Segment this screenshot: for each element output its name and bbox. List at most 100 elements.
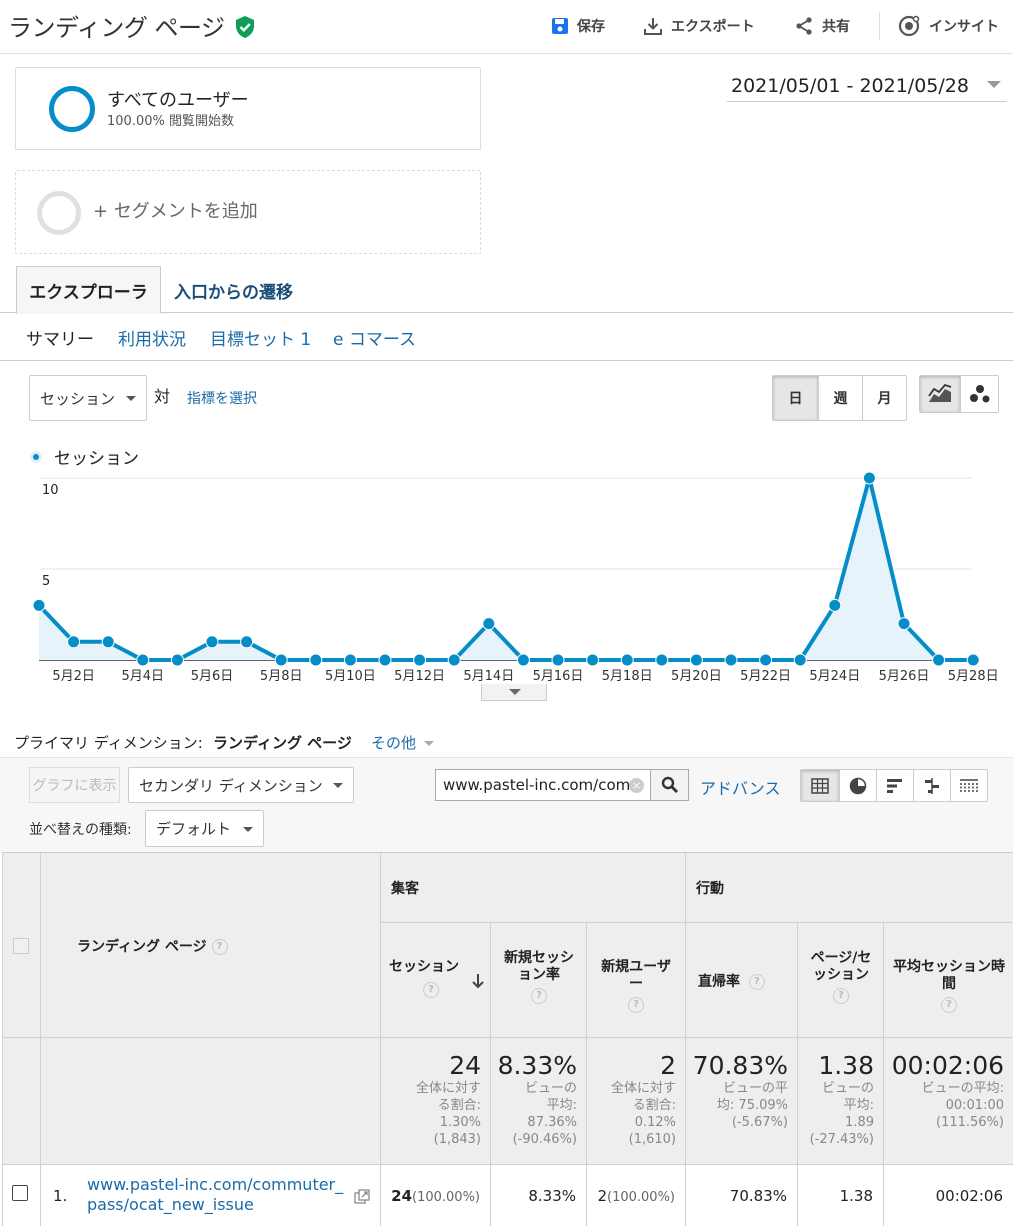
plot-rows-button[interactable]: グラフに表示	[29, 767, 120, 803]
landing-page-link[interactable]: www.pastel-inc.com/commuter_pass/ocat_ne…	[87, 1175, 353, 1215]
chevron-down-icon	[243, 826, 253, 832]
totals-subtext: (-27.43%)	[809, 1132, 874, 1147]
other-dimensions-link[interactable]: その他	[371, 732, 434, 753]
comparison-view-button[interactable]	[913, 770, 950, 801]
subtab-ecommerce[interactable]: e コマース	[333, 325, 416, 350]
y-tick-label: 5	[42, 574, 50, 589]
table-search-input[interactable]: www.pastel-inc.com/com ×	[435, 769, 651, 801]
interval-day-button[interactable]: 日	[773, 376, 818, 420]
chevron-down-icon	[126, 396, 136, 401]
totals-subtext: 均: 75.09%	[716, 1098, 788, 1113]
data-point	[274, 653, 288, 667]
totals-subtext: (-5.67%)	[731, 1115, 788, 1130]
motion-chart-button[interactable]	[960, 376, 998, 412]
pages-per-session-column-header[interactable]: ページ/セッション ?	[798, 923, 884, 1038]
help-icon[interactable]: ?	[423, 982, 439, 998]
add-segment-button[interactable]: + セグメントを追加	[15, 170, 481, 254]
dimension-header[interactable]: ランディング ページ ?	[41, 853, 381, 1038]
x-tick-label: 5月8日	[260, 669, 303, 684]
totals-subtext: 00:01:00	[945, 1098, 1004, 1113]
versus-label: 対	[154, 387, 171, 406]
metric-select[interactable]: セッション	[29, 375, 147, 421]
secondary-dimension-select[interactable]: セカンダリ ディメンション	[128, 767, 354, 803]
interval-month-button[interactable]: 月	[862, 376, 906, 420]
chart-type-toggle	[919, 375, 999, 413]
advanced-filter-link[interactable]: アドバンス	[700, 775, 780, 799]
add-segment-label: + セグメントを追加	[93, 201, 258, 222]
open-external-icon[interactable]	[354, 1189, 370, 1205]
data-point	[724, 653, 738, 667]
interval-week-button[interactable]: 週	[818, 376, 862, 420]
help-icon[interactable]: ?	[628, 997, 644, 1013]
totals-value: 24	[449, 1051, 481, 1080]
primary-dimension-label: プライマリ ディメンション:	[14, 734, 203, 752]
row-avg-duration-cell: 00:02:06	[884, 1165, 1013, 1226]
row-checkbox[interactable]	[12, 1185, 28, 1201]
totals-subtext: る割合:	[437, 1098, 481, 1113]
tab-entrance-paths[interactable]: 入口からの遷移	[174, 278, 293, 303]
help-icon[interactable]: ?	[211, 939, 228, 955]
acquisition-group-header: 集客	[381, 853, 686, 923]
bounce-rate-column-header[interactable]: 直帰率 ?	[686, 923, 798, 1038]
help-icon[interactable]: ?	[833, 988, 849, 1004]
sessions-column-header[interactable]: セッション ?	[381, 923, 491, 1038]
grid-icon	[811, 777, 829, 794]
select-all-checkbox[interactable]	[13, 938, 29, 954]
data-point	[32, 598, 46, 612]
new-session-rate-column-header[interactable]: 新規セッション率 ?	[491, 923, 587, 1038]
x-tick-label: 5月12日	[394, 669, 445, 684]
totals-subtext: (-90.46%)	[512, 1132, 577, 1147]
help-icon[interactable]: ?	[941, 997, 957, 1013]
x-tick-label: 5月6日	[191, 669, 234, 684]
data-point	[205, 635, 219, 649]
insight-button[interactable]: インサイト	[897, 14, 999, 38]
pie-chart-icon	[849, 777, 867, 795]
totals-sessions-cell: 24 全体に対す る割合: 1.30% (1,843)	[381, 1038, 491, 1165]
data-point	[793, 653, 807, 667]
segment-subtext: 100.00% 閲覧開始数	[107, 114, 234, 129]
save-button[interactable]: 保存	[551, 14, 605, 38]
x-tick-label: 5月2日	[52, 669, 95, 684]
segment-all-users[interactable]: すべてのユーザー 100.00% 閲覧開始数	[15, 67, 481, 150]
pie-view-button[interactable]	[839, 770, 876, 801]
totals-subtext: 全体に対す	[610, 1081, 676, 1096]
share-button[interactable]: 共有	[794, 14, 850, 38]
line-chart-button[interactable]	[920, 376, 960, 412]
performance-view-button[interactable]	[876, 770, 913, 801]
tab-explorer[interactable]: エクスプローラ	[16, 266, 161, 314]
choose-metric-link[interactable]: 指標を選択	[187, 388, 257, 408]
pivot-view-button[interactable]	[950, 770, 987, 801]
x-tick-label: 5月22日	[740, 669, 791, 684]
subtab-usage[interactable]: 利用状況	[118, 325, 186, 350]
data-point	[101, 635, 115, 649]
chevron-down-icon	[509, 689, 521, 695]
date-range-picker[interactable]: 2021/05/01 - 2021/05/28	[727, 70, 1007, 102]
explorer-subtabs: サマリー 利用状況 目標セット 1 e コマース	[0, 313, 1013, 361]
new-users-column-header[interactable]: 新規ユーザー ?	[587, 923, 686, 1038]
avg-session-duration-column-header[interactable]: 平均セッション時間 ?	[884, 923, 1013, 1038]
help-icon[interactable]: ?	[748, 974, 765, 990]
data-point	[447, 653, 461, 667]
totals-subtext: ビューの平	[722, 1081, 788, 1096]
sort-type-select[interactable]: デフォルト	[145, 810, 264, 847]
totals-subtext: 1.89	[845, 1115, 874, 1130]
data-point	[482, 617, 496, 631]
comparison-icon	[923, 777, 941, 794]
subtab-goal-set[interactable]: 目標セット 1	[210, 325, 311, 350]
data-point	[551, 653, 565, 667]
bar-chart-icon	[886, 778, 904, 794]
chart-collapse-toggle[interactable]	[481, 684, 547, 701]
primary-dimension-value[interactable]: ランディング ページ	[213, 732, 352, 753]
data-point	[759, 653, 773, 667]
totals-subtext: (1,843)	[433, 1132, 481, 1147]
row-pages-per-session-cell: 1.38	[798, 1165, 884, 1226]
table-view-button[interactable]	[801, 770, 839, 801]
export-button[interactable]: エクスポート	[643, 14, 755, 38]
search-button[interactable]	[650, 769, 689, 801]
x-tick-label: 5月10日	[325, 669, 376, 684]
subtab-summary[interactable]: サマリー	[26, 325, 94, 350]
x-tick-label: 5月14日	[463, 669, 514, 684]
clear-icon[interactable]: ×	[629, 778, 644, 793]
y-tick-label: 10	[42, 483, 59, 498]
help-icon[interactable]: ?	[531, 988, 547, 1004]
